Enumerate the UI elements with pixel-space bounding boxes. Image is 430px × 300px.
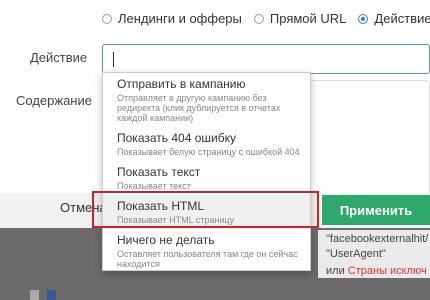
dropdown-item-send-to-campaign[interactable]: Отправить в кампанию Отправляет в другую… (103, 73, 310, 127)
action-select-input[interactable] (102, 44, 430, 74)
bottom-icons (30, 290, 56, 300)
radio-direct-url[interactable]: Прямой URL (253, 11, 347, 26)
background-text-ua-2: "UserAgent" (326, 248, 386, 260)
action-dropdown-menu: Отправить в кампанию Отправляет в другую… (102, 72, 311, 271)
radio-action-circle[interactable] (358, 13, 369, 24)
background-text-ua-1: "facebookexternalhit/ (326, 233, 429, 245)
radio-action[interactable]: Действие (358, 11, 430, 26)
radio-landings-circle[interactable] (102, 13, 112, 24)
background-text-or-word: или (326, 265, 345, 277)
dropdown-item-show-404[interactable]: Показать 404 ошибку Показывает белую стр… (103, 127, 310, 161)
redirect-type-radio-group: Лендинги и офферы Прямой URL Действие (102, 11, 430, 26)
dropdown-item-title: Показать текст (117, 165, 201, 179)
dropdown-item-desc: Отправляет в другую кампанию без редирек… (117, 93, 281, 123)
dropdown-item-desc: Показывает белую страницу с ошибкой 404 (117, 147, 300, 157)
content-field-label: Содержание (16, 93, 92, 108)
dropdown-item-desc: Оставляет пользователя там где он сейчас… (117, 249, 298, 269)
background-text-countries: Страны исключ (347, 265, 427, 277)
radio-landings-label: Лендинги и офферы (118, 11, 242, 26)
facebook-icon (47, 290, 56, 300)
highlight-annotation (92, 191, 319, 228)
radio-landings[interactable]: Лендинги и офферы (102, 11, 242, 26)
radio-direct-url-label: Прямой URL (269, 11, 347, 26)
dropdown-item-title: Показать 404 ошибку (117, 131, 236, 145)
dropdown-item-title: Ничего не делать (117, 233, 215, 247)
dropdown-item-title: Отправить в кампанию (117, 77, 246, 91)
radio-action-label: Действие (374, 11, 430, 26)
background-text-or: или Страны исключ (326, 265, 427, 277)
twitter-icon (30, 290, 39, 300)
apply-button[interactable]: Применить (322, 195, 430, 225)
dropdown-item-show-text[interactable]: Показать текст Показывает текст (103, 161, 310, 195)
action-field-label: Действие (30, 50, 88, 65)
radio-direct-url-circle[interactable] (253, 13, 264, 24)
text-caret (113, 52, 114, 67)
dropdown-item-desc: Показывает текст (117, 181, 191, 191)
dropdown-item-do-nothing[interactable]: Ничего не делать Оставляет пользователя … (103, 229, 310, 270)
